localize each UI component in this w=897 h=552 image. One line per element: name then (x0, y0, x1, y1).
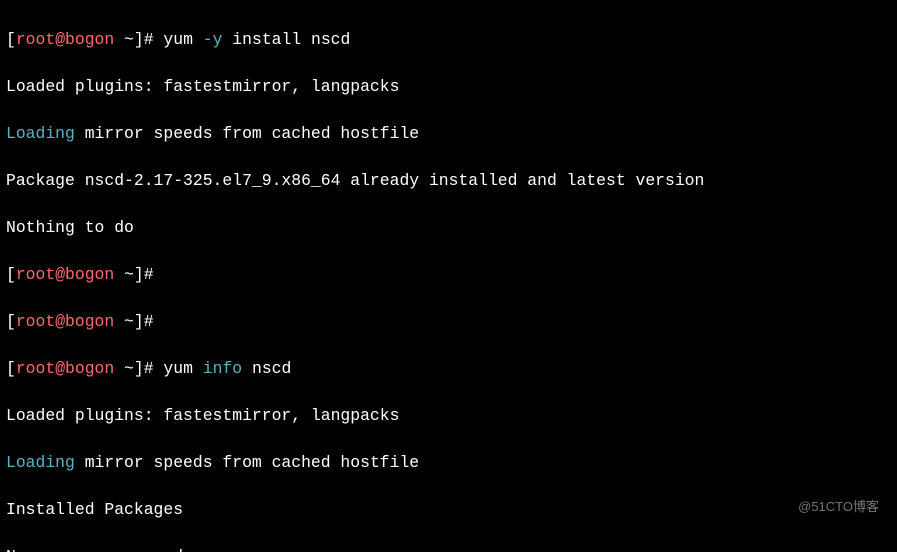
loading-keyword: Loading (6, 453, 75, 472)
output-line: Loading mirror speeds from cached hostfi… (6, 122, 891, 146)
output-line: Package nscd-2.17-325.el7_9.x86_64 alrea… (6, 169, 891, 193)
flag-y: -y (203, 30, 223, 49)
field-name: Name : nscd (6, 545, 891, 552)
prompt-line: [root@bogon ~]# yum info nscd (6, 357, 891, 381)
output-line: Loading mirror speeds from cached hostfi… (6, 451, 891, 475)
command-yum-info: yum (163, 359, 202, 378)
loading-keyword: Loading (6, 124, 75, 143)
terminal-output[interactable]: [root@bogon ~]# yum -y install nscd Load… (0, 0, 897, 552)
prompt-line: [root@bogon ~]# (6, 263, 891, 287)
prompt-line: [root@bogon ~]# yum -y install nscd (6, 28, 891, 52)
subcommand-info: info (203, 359, 242, 378)
output-line: Loaded plugins: fastestmirror, langpacks (6, 404, 891, 428)
section-header: Installed Packages (6, 498, 891, 522)
output-line: Nothing to do (6, 216, 891, 240)
watermark: @51CTO博客 (798, 495, 879, 519)
prompt-userhost: root@bogon (16, 30, 114, 49)
output-line: Loaded plugins: fastestmirror, langpacks (6, 75, 891, 99)
prompt-line: [root@bogon ~]# (6, 310, 891, 334)
command-yum-install: yum (163, 30, 202, 49)
